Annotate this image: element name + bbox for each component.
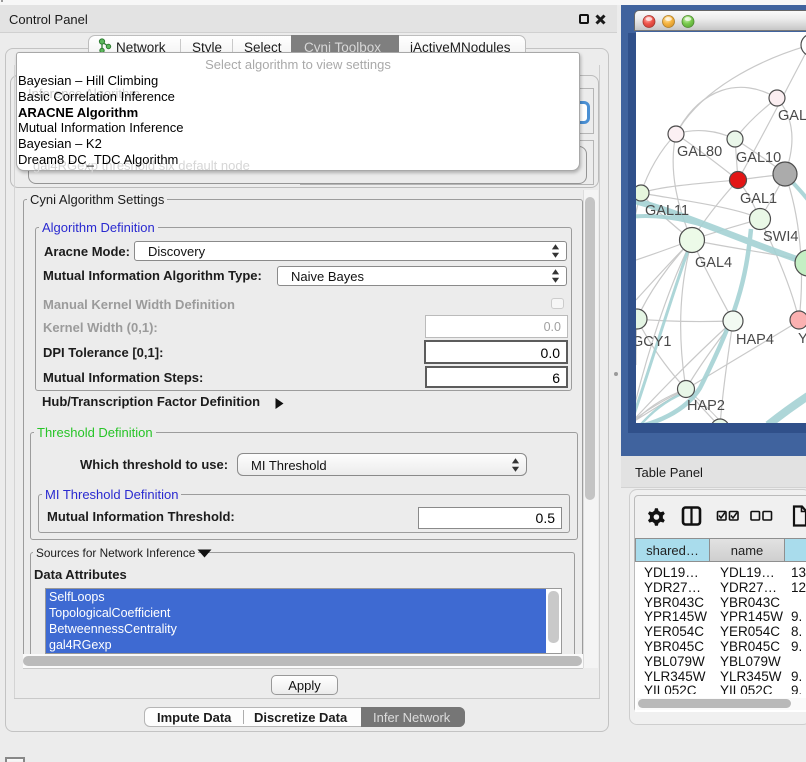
svg-text:GAL4: GAL4 bbox=[695, 255, 732, 271]
svg-text:GAL10: GAL10 bbox=[736, 150, 781, 166]
svg-text:GAL2: GAL2 bbox=[778, 108, 806, 124]
svg-text:GCY1: GCY1 bbox=[636, 334, 672, 350]
svg-text:HAP4: HAP4 bbox=[736, 332, 774, 348]
svg-text:SWI4: SWI4 bbox=[763, 229, 798, 245]
svg-text:GAL11: GAL11 bbox=[645, 203, 689, 219]
svg-text:HAP2: HAP2 bbox=[687, 398, 725, 414]
svg-text:YM: YM bbox=[798, 331, 806, 347]
svg-text:GAL1: GAL1 bbox=[740, 191, 777, 207]
svg-text:GAL80: GAL80 bbox=[677, 144, 722, 160]
